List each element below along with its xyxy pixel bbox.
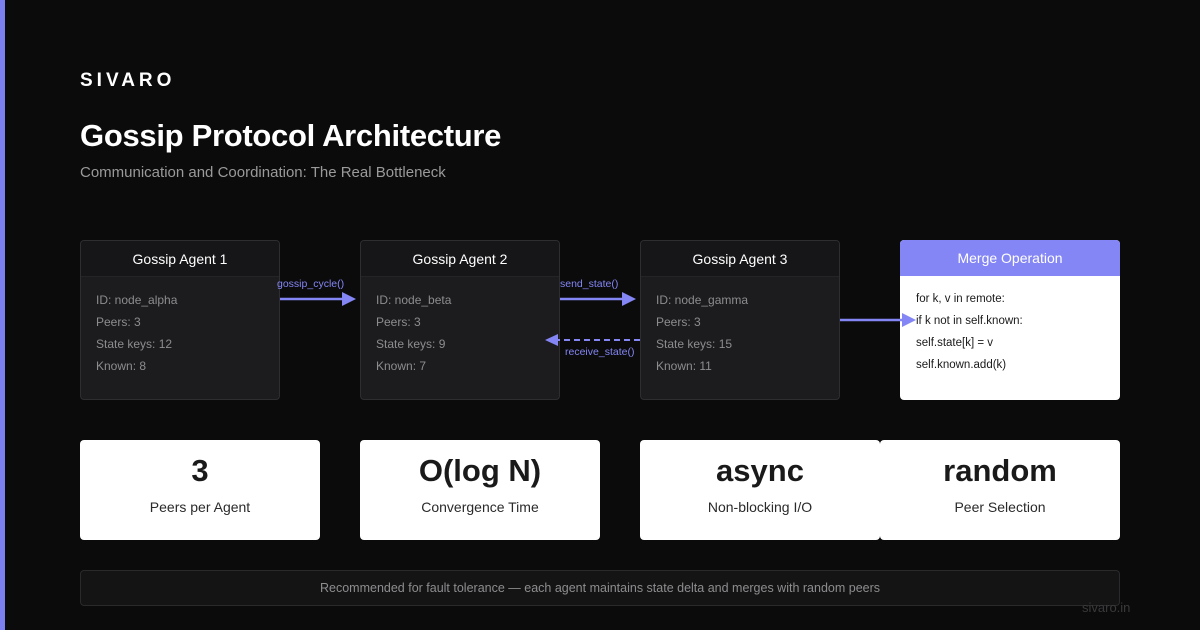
stat-label: Peers per Agent <box>149 499 251 515</box>
stat-value: random <box>943 453 1057 488</box>
edge-label-receive-state: receive_state() <box>565 346 635 358</box>
site-url: sivaro.in <box>1082 600 1131 615</box>
stat-value: O(log N) <box>418 453 542 488</box>
arrow-gossip-cycle <box>280 292 356 306</box>
stat-label: Non-blocking I/O <box>707 499 813 515</box>
edge-label-send-state: send_state() <box>560 278 619 290</box>
stat-label: Peer Selection <box>954 499 1046 515</box>
stat-value: async <box>716 453 804 488</box>
stat-value: 3 <box>191 453 209 488</box>
edge-label-gossip-cycle: gossip_cycle() <box>277 278 345 290</box>
arrow-receive-state <box>545 334 640 346</box>
arrow-to-merge <box>840 313 916 327</box>
stat-card: 3 Peers per Agent <box>80 440 320 540</box>
stat-card: async Non-blocking I/O <box>640 440 880 540</box>
footer-note: Recommended for fault tolerance — each a… <box>80 570 1120 606</box>
stat-label: Convergence Time <box>421 499 539 515</box>
stat-card: O(log N) Convergence Time <box>360 440 600 540</box>
stat-card: random Peer Selection <box>880 440 1120 540</box>
arrow-send-state <box>560 292 636 306</box>
